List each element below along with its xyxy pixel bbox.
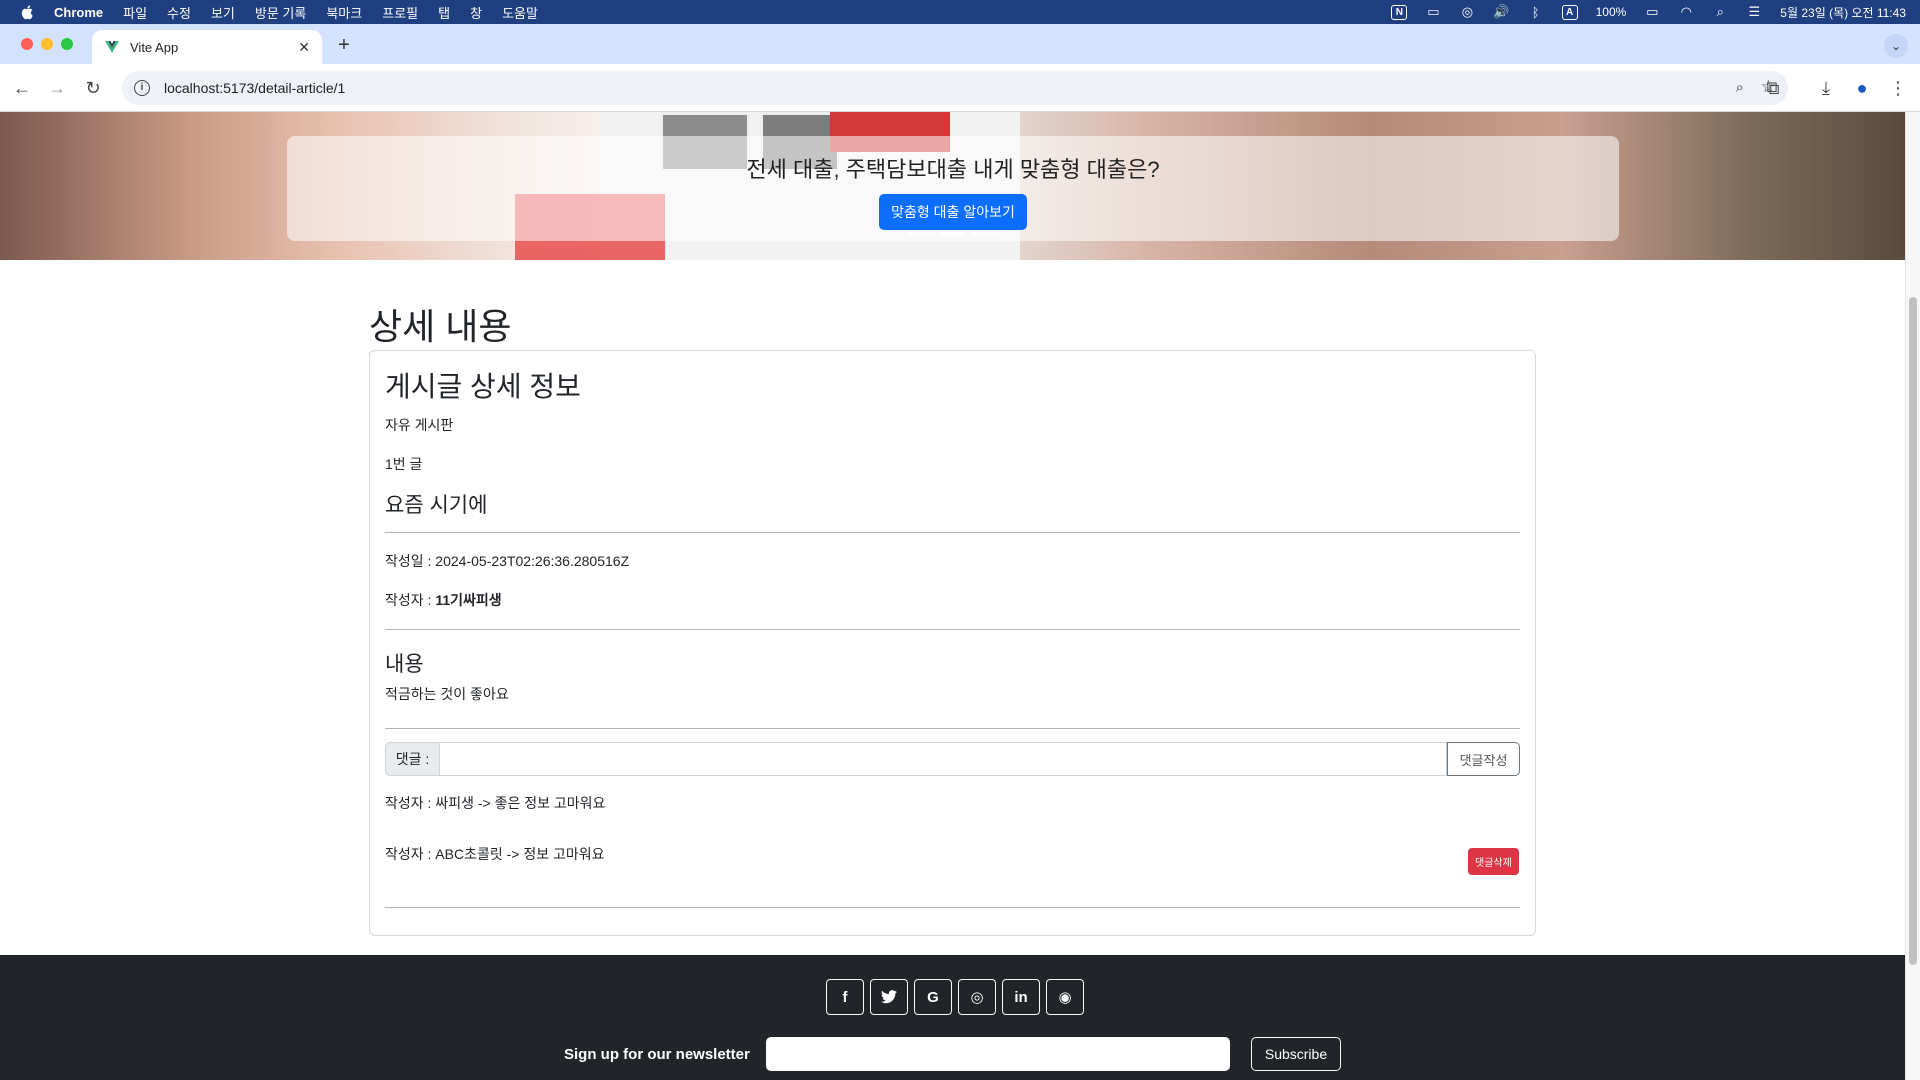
menu-app-chrome[interactable]: Chrome: [54, 5, 103, 20]
menu-profiles[interactable]: 프로필: [382, 3, 418, 22]
status-area: N ▭ ◎ 🔊 ᛒ A 100% ▭ ◠ ⌕ ☰ 5월 23일 (목) 오전 1…: [1391, 0, 1906, 24]
battery-icon[interactable]: ▭: [1644, 4, 1660, 20]
battery-percent: 100%: [1595, 5, 1627, 19]
menu-bookmarks[interactable]: 북마크: [326, 3, 362, 22]
social-links: f G ◎ in ◉: [826, 979, 1084, 1015]
zoom-window-button[interactable]: [61, 38, 73, 50]
new-tab-button[interactable]: +: [334, 34, 354, 57]
loan-info-button[interactable]: 맞춤형 대출 알아보기: [879, 194, 1027, 230]
article-content: 적금하는 것이 좋아요: [385, 686, 509, 702]
browser-toolbar: ← → ↻ i localhost:5173/detail-article/1 …: [0, 64, 1920, 112]
menu-tab[interactable]: 탭: [438, 3, 450, 22]
comment-input[interactable]: [440, 742, 1447, 776]
newsletter-label: Sign up for our newsletter: [564, 1046, 750, 1063]
footer: f G ◎ in ◉ Sign up for our newsletter Su…: [0, 955, 1905, 1080]
comment-submit-button[interactable]: 댓글작성: [1447, 742, 1520, 776]
tab-close-icon[interactable]: ✕: [298, 39, 310, 56]
divider: [385, 907, 1520, 908]
carousel-caption: 전세 대출, 주택담보대출 내게 맞춤형 대출은? 맞춤형 대출 알아보기: [287, 136, 1619, 241]
github-icon[interactable]: ◉: [1046, 979, 1084, 1015]
apple-icon[interactable]: [20, 4, 36, 20]
vue-logo-icon: [105, 41, 119, 53]
tab-strip: Vite App ✕ + ⌄: [0, 24, 1920, 64]
divider: [385, 728, 1520, 729]
menu-help[interactable]: 도움말: [502, 3, 538, 22]
menu-file[interactable]: 파일: [123, 3, 147, 22]
page-title: 상세 내용: [369, 306, 512, 347]
notion-icon[interactable]: N: [1391, 4, 1408, 20]
page-scrollbar[interactable]: [1905, 112, 1920, 1080]
input-source-icon[interactable]: A: [1561, 4, 1578, 20]
wifi-icon[interactable]: ◠: [1678, 4, 1694, 20]
url-text[interactable]: localhost:5173/detail-article/1: [164, 80, 345, 96]
tab-search-icon[interactable]: ⌄: [1884, 34, 1908, 58]
download-icon[interactable]: ⤓: [1814, 76, 1838, 100]
board-name: 자유 게시판: [385, 417, 454, 433]
control-center-icon[interactable]: ☰: [1746, 4, 1762, 20]
spotlight-icon[interactable]: ⌕: [1712, 4, 1728, 20]
carousel-indicator-2[interactable]: [940, 232, 966, 235]
carousel-indicator-3[interactable]: [972, 232, 998, 235]
comment-form: 댓글 : 댓글작성: [385, 742, 1520, 776]
twitter-icon[interactable]: [870, 979, 908, 1015]
article-author: 11기싸피생: [435, 592, 502, 608]
article-number: 1번 글: [385, 456, 423, 472]
reload-icon[interactable]: ↻: [81, 76, 105, 100]
profile-avatar-icon[interactable]: ●: [1850, 76, 1874, 100]
article-subject: 요즘 시기에: [385, 494, 488, 517]
address-bar[interactable]: i localhost:5173/detail-article/1 ⌕ ☆: [122, 71, 1788, 105]
scrollbar-thumb[interactable]: [1909, 297, 1917, 965]
menu-history[interactable]: 방문 기록: [255, 3, 306, 22]
linkedin-icon[interactable]: in: [1002, 979, 1040, 1015]
hero-carousel: 전세 대출, 주택담보대출 내게 맞춤형 대출은? 맞춤형 대출 알아보기: [0, 112, 1905, 260]
card-title: 게시글 상세 정보: [385, 371, 581, 402]
article-created-at: 작성일 : 2024-05-23T02:26:36.280516Z: [385, 553, 630, 569]
macos-menubar: Chrome 파일 수정 보기 방문 기록 북마크 프로필 탭 창 도움말 N …: [0, 0, 1920, 24]
menu-view[interactable]: 보기: [211, 3, 235, 22]
tab-vite-app[interactable]: Vite App ✕: [92, 30, 322, 64]
carousel-indicator-1[interactable]: [908, 232, 934, 235]
menu-edit[interactable]: 수정: [167, 3, 191, 22]
facebook-icon[interactable]: f: [826, 979, 864, 1015]
carousel-indicators: [287, 232, 1619, 235]
minimize-window-button[interactable]: [41, 38, 53, 50]
site-info-icon[interactable]: i: [134, 80, 150, 96]
divider: [385, 629, 1520, 630]
divider: [385, 532, 1520, 533]
comment-item: 작성자 : ABC초콜릿 -> 정보 고마워요: [385, 846, 605, 862]
google-icon[interactable]: G: [914, 979, 952, 1015]
comment-label: 댓글 :: [385, 742, 440, 776]
chrome-menu-icon[interactable]: ⋮: [1886, 76, 1910, 100]
back-arrow-icon[interactable]: ←: [10, 76, 34, 100]
forward-arrow-icon[interactable]: →: [45, 76, 69, 100]
menu-window[interactable]: 창: [470, 3, 482, 22]
extensions-icon[interactable]: ⧉: [1761, 76, 1785, 100]
newsletter-email-input[interactable]: [766, 1037, 1230, 1071]
article-author-line: 작성자 : 11기싸피생: [385, 590, 1520, 610]
author-label: 작성자 :: [385, 592, 436, 608]
article-card: 게시글 상세 정보 자유 게시판 1번 글 요즘 시기에 작성일 : 2024-…: [369, 350, 1536, 936]
comment-item: 작성자 : 싸피생 -> 좋은 정보 고마워요: [385, 795, 606, 811]
subscribe-button[interactable]: Subscribe: [1251, 1037, 1341, 1071]
zoom-icon[interactable]: ⌕: [1736, 79, 1744, 96]
instagram-icon[interactable]: ◎: [958, 979, 996, 1015]
comment-delete-button[interactable]: 댓글삭제: [1468, 848, 1519, 875]
content-heading: 내용: [385, 653, 424, 676]
close-window-button[interactable]: [21, 38, 33, 50]
carousel-caption-title: 전세 대출, 주택담보대출 내게 맞춤형 대출은?: [746, 157, 1160, 182]
page-viewport: 전세 대출, 주택담보대출 내게 맞춤형 대출은? 맞춤형 대출 알아보기 상세…: [0, 112, 1905, 1080]
airdrop-icon[interactable]: ◎: [1459, 4, 1475, 20]
bluetooth-icon[interactable]: ᛒ: [1528, 4, 1544, 20]
volume-icon[interactable]: 🔊: [1493, 4, 1509, 20]
display-icon[interactable]: ▭: [1425, 4, 1441, 20]
menubar-clock[interactable]: 5월 23일 (목) 오전 11:43: [1780, 4, 1906, 21]
tab-title: Vite App: [130, 39, 179, 55]
